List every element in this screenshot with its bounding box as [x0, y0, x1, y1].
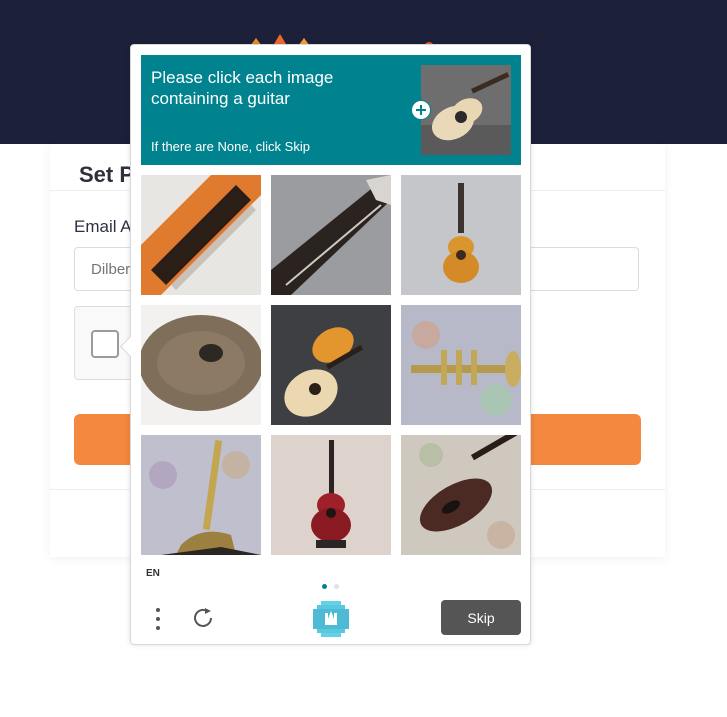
menu-icon[interactable] — [153, 606, 163, 632]
image-tile[interactable] — [401, 305, 521, 425]
language-selector[interactable]: EN — [146, 568, 160, 579]
captcha-challenge-dialog: Please click each image containing a gui… — [119, 44, 531, 645]
captcha-checkbox[interactable] — [91, 330, 119, 358]
page-dot-active — [322, 584, 327, 589]
refresh-icon[interactable] — [191, 606, 215, 630]
page-dot — [334, 584, 340, 589]
image-tile[interactable] — [271, 305, 391, 425]
image-tile[interactable] — [271, 175, 391, 295]
prompt-text: Please click each image containing a gui… — [151, 68, 334, 108]
hcaptcha-logo-icon[interactable] — [313, 601, 349, 637]
image-tile[interactable] — [141, 175, 261, 295]
challenge-prompt: Please click each image containing a gui… — [141, 55, 521, 165]
image-tile[interactable] — [141, 435, 261, 555]
example-image[interactable] — [421, 65, 511, 155]
page-indicator — [322, 576, 342, 594]
image-tile[interactable] — [141, 305, 261, 425]
email-label: Email A — [74, 217, 132, 236]
image-tile[interactable] — [401, 435, 521, 555]
prompt-subtext: If there are None, click Skip — [151, 139, 310, 154]
skip-button[interactable]: Skip — [441, 600, 521, 635]
image-tile[interactable] — [271, 435, 391, 555]
image-tile[interactable] — [401, 175, 521, 295]
zoom-in-icon[interactable] — [411, 100, 431, 120]
page-title: Set P — [79, 162, 135, 187]
image-grid — [141, 175, 521, 555]
